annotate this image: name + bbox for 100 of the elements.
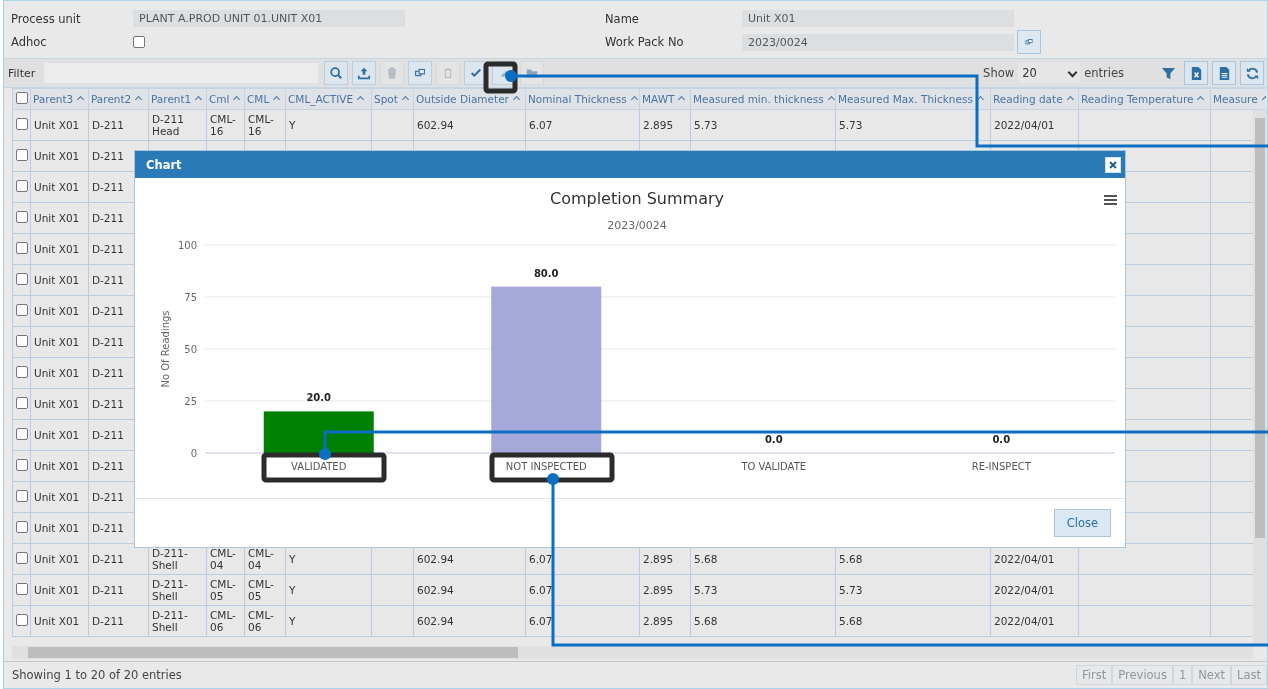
field-label: Name [605, 11, 640, 26]
axis-title: No Of Readings [160, 310, 171, 388]
column-header[interactable]: Measure [1210, 88, 1266, 110]
table-cell: Y [285, 574, 372, 606]
checkbox[interactable] [15, 459, 28, 471]
category-label: TO VALIDATE [741, 461, 807, 472]
table-cell: D-211 [88, 574, 149, 606]
column-header[interactable]: Parent2 [88, 88, 149, 110]
copy-icon [1024, 37, 1034, 47]
table-cell: Unit X01 [30, 481, 89, 513]
checkbox[interactable] [15, 428, 28, 440]
checkbox[interactable] [15, 92, 28, 104]
checkbox[interactable] [15, 211, 28, 223]
column-header[interactable]: Parent3 [30, 88, 89, 110]
table-cell: 5.73 [835, 109, 991, 141]
table-cell: Unit X01 [30, 109, 89, 141]
checkbox[interactable] [15, 583, 28, 595]
table-cell: 2.895 [639, 109, 691, 141]
table-cell: Unit X01 [30, 543, 89, 575]
table-cell: Unit X01 [30, 202, 89, 234]
checkbox[interactable] [15, 614, 28, 626]
axis-tick-label: 50 [184, 344, 197, 355]
close-button[interactable] [1105, 156, 1121, 173]
table-cell: Unit X01 [30, 357, 89, 389]
table-cell: 5.73 [690, 109, 836, 141]
value-label: 80.0 [533, 267, 559, 279]
table-cell: Unit X01 [30, 605, 89, 637]
checkbox[interactable] [15, 149, 28, 161]
checkbox[interactable] [133, 36, 145, 48]
table-cell: D-211-Shell [148, 605, 207, 637]
column-header[interactable]: CML [244, 88, 286, 110]
checkbox[interactable] [15, 180, 28, 192]
value-label: 0.0 [764, 434, 783, 445]
table-cell: D-211 [88, 109, 149, 141]
checkbox[interactable] [15, 366, 28, 378]
axis-tick-label: 75 [184, 292, 197, 303]
field-label: Work Pack No [605, 35, 685, 49]
checkbox[interactable] [15, 242, 28, 254]
table-cell: Unit X01 [30, 295, 89, 327]
category-label: VALIDATED [291, 461, 347, 472]
column-header[interactable]: Measured Max. Thickness [835, 88, 991, 110]
table-cell: Unit X01 [30, 450, 89, 482]
checkbox[interactable] [15, 552, 28, 564]
checkbox[interactable] [15, 397, 28, 409]
table-cell: 5.73 [835, 574, 991, 606]
text-field[interactable]: Unit X01 [742, 10, 1014, 27]
table-cell: Unit X01 [30, 326, 89, 358]
checkbox[interactable] [15, 118, 28, 130]
field-label: Process unit [11, 11, 82, 26]
upload-icon [357, 66, 371, 80]
close-icon [1108, 159, 1118, 170]
table-cell: 602.94 [413, 605, 526, 637]
field-label: Adhoc [11, 35, 48, 49]
checkbox[interactable] [15, 490, 28, 502]
checkbox[interactable] [15, 335, 28, 347]
checkbox[interactable] [15, 273, 28, 285]
column-header[interactable]: Reading Temperature [1078, 88, 1211, 110]
category-label: NOT INSPECTED [505, 461, 587, 472]
text-field[interactable]: 2023/0024 [742, 33, 1014, 51]
refresh-icon [1244, 65, 1260, 81]
checkbox[interactable] [15, 304, 28, 316]
table-cell: Unit X01 [30, 512, 89, 544]
table-cell: 2022/04/01 [990, 574, 1079, 606]
page-size-select[interactable]: 20 [1018, 63, 1081, 83]
column-header[interactable]: Reading date [990, 88, 1079, 110]
close-button[interactable]: Close [1053, 509, 1111, 537]
table-cell: Unit X01 [30, 171, 89, 203]
callout-box [483, 61, 518, 94]
chart-subtitle: 2023/0024 [607, 219, 667, 232]
table-cell: 2.895 [639, 574, 691, 606]
table-cell: 5.68 [835, 605, 991, 637]
text-field[interactable]: PLANT A.PROD UNIT 01.UNIT X01 [133, 10, 405, 27]
entries-label: entries [1084, 66, 1124, 80]
column-header[interactable]: Nominal Thickness [525, 88, 640, 110]
column-header[interactable]: Spot [371, 88, 414, 110]
filter-icon [1160, 65, 1176, 81]
menu-icon[interactable] [1104, 195, 1117, 205]
table-cell: 2022/04/01 [990, 109, 1079, 141]
table-cell: Y [285, 109, 372, 141]
column-header[interactable]: Cml [206, 88, 245, 110]
column-header[interactable]: MAWT [639, 88, 691, 110]
scrollbar[interactable] [1253, 110, 1267, 644]
column-header[interactable]: Outside Diameter [413, 88, 526, 110]
table-cell: 602.94 [413, 109, 526, 141]
show-label: Show [983, 66, 1015, 80]
table-cell: Unit X01 [30, 419, 89, 451]
filter-label: Filter [8, 66, 37, 80]
column-header[interactable]: CML_ACTIVE [285, 88, 372, 110]
checkbox[interactable] [15, 521, 28, 533]
table-cell: Unit X01 [30, 140, 89, 172]
scrollbar[interactable] [12, 646, 1253, 659]
table-cell: 5.68 [690, 605, 836, 637]
column-header[interactable]: Parent1 [148, 88, 207, 110]
table-cell: Unit X01 [30, 574, 89, 606]
dialog-title: Chart [146, 157, 182, 172]
table-cell: Unit X01 [30, 388, 89, 420]
lookup-button[interactable] [1017, 30, 1041, 54]
table-cell: 5.73 [690, 574, 836, 606]
column-header[interactable]: Measured min. thickness [690, 88, 836, 110]
axis-tick-label: 25 [184, 396, 197, 407]
